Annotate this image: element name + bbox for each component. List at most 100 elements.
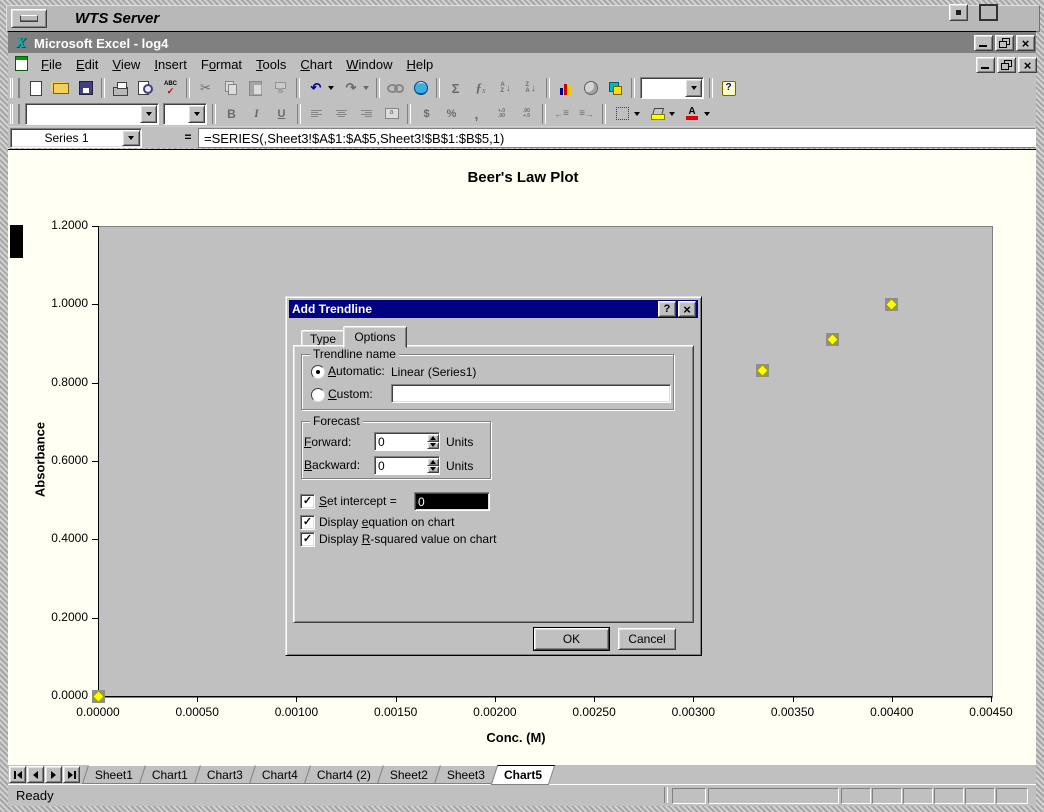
borders-button[interactable] (609, 102, 644, 126)
toolbar-drag-handle[interactable] (10, 104, 20, 124)
formula-input[interactable]: =SERIES(,Sheet3!$A$1:$A$5,Sheet3!$B$1:$B… (198, 128, 1036, 148)
toolbar-separator (212, 104, 216, 124)
sheet-tab-chart3[interactable]: Chart3 (194, 765, 256, 784)
sheet-tab-chart4-2[interactable]: Chart4 (2) (304, 765, 384, 784)
dialog-close-button[interactable] (678, 301, 696, 317)
spelling-button[interactable] (158, 76, 183, 100)
tab-options[interactable]: Options (343, 326, 407, 348)
minimize-button[interactable] (974, 35, 993, 51)
cancel-button[interactable]: Cancel (618, 628, 676, 650)
spin-up-button[interactable] (427, 458, 439, 466)
automatic-radio[interactable] (311, 365, 325, 379)
set-intercept-checkbox[interactable] (300, 494, 315, 509)
menu-item-help[interactable]: Help (399, 55, 440, 74)
sheet-tab-chart1[interactable]: Chart1 (139, 765, 201, 784)
font-size-combo[interactable] (163, 103, 207, 125)
font-color-button[interactable] (679, 102, 714, 126)
name-box-dropdown[interactable] (122, 130, 140, 146)
menu-item-chart[interactable]: Chart (293, 55, 339, 74)
percent-icon (443, 106, 460, 122)
sheet-tab-chart4[interactable]: Chart4 (249, 765, 311, 784)
intercept-value-input[interactable]: 0 (414, 492, 490, 511)
excel-logo-icon: X (12, 35, 30, 51)
name-box[interactable]: Series 1 (10, 128, 142, 148)
edit-formula-button[interactable]: = (180, 129, 196, 145)
font-name-combo[interactable] (25, 103, 159, 125)
chart-wizard-button[interactable] (553, 76, 578, 100)
print-preview-button[interactable] (133, 76, 158, 100)
custom-name-input[interactable] (391, 384, 671, 403)
new-document-icon (27, 80, 44, 96)
increase-decimal-icon (493, 106, 510, 122)
font-name-combo-arrow[interactable] (140, 105, 157, 123)
previous-sheet-button[interactable] (27, 766, 44, 783)
zoom-combo[interactable] (640, 77, 704, 99)
toolbar-separator (186, 78, 190, 98)
session-maximize-button[interactable] (976, 2, 1000, 22)
name-box-value: Series 1 (11, 131, 122, 145)
web-toolbar-button[interactable] (408, 76, 433, 100)
toolbar-separator (546, 78, 550, 98)
save-floppy-button[interactable] (73, 76, 98, 100)
office-assistant-help-button[interactable] (716, 76, 741, 100)
comma-button (464, 102, 489, 126)
sheet-tabs: Sheet1Chart1Chart3Chart4Chart4 (2)Sheet2… (86, 765, 552, 783)
new-document-button[interactable] (23, 76, 48, 100)
add-trendline-dialog: Add Trendline Type Options Trendline nam… (285, 296, 702, 656)
insert-hyperlink-button (383, 76, 408, 100)
dialog-titlebar[interactable]: Add Trendline (289, 300, 698, 318)
sheet-tab-label: Sheet3 (447, 768, 485, 782)
undo-button[interactable] (303, 76, 338, 100)
menu-item-view[interactable]: View (105, 55, 147, 74)
first-sheet-button[interactable] (9, 766, 26, 783)
workbook-restore-button[interactable] (997, 57, 1016, 73)
sheet-tab-sheet1[interactable]: Sheet1 (82, 765, 146, 784)
session-restore-button[interactable] (949, 4, 968, 21)
workbook-minimize-button[interactable] (976, 57, 995, 73)
app-titlebar[interactable]: X Microsoft Excel - log4 (8, 31, 1036, 54)
dialog-help-button[interactable] (658, 301, 676, 317)
spin-down-button[interactable] (427, 466, 439, 474)
sheet-tab-sheet3[interactable]: Sheet3 (434, 765, 498, 784)
toolbar-drag-handle[interactable] (10, 78, 20, 98)
menu-item-window[interactable]: Window (339, 55, 399, 74)
open-folder-button[interactable] (48, 76, 73, 100)
session-titlebar[interactable]: WTS Server (6, 5, 1040, 32)
menu-item-edit[interactable]: Edit (69, 55, 105, 74)
map-button[interactable] (578, 76, 603, 100)
sheet-tab-sheet2[interactable]: Sheet2 (377, 765, 441, 784)
custom-radio[interactable] (311, 388, 325, 402)
workbook-icon[interactable] (14, 56, 30, 72)
last-sheet-button[interactable] (63, 766, 80, 783)
comma-icon (468, 106, 485, 122)
menu-item-insert[interactable]: Insert (147, 55, 194, 74)
zoom-combo-arrow[interactable] (685, 79, 702, 97)
ok-button[interactable]: OK (534, 628, 609, 650)
workbook-close-button[interactable] (1018, 57, 1037, 73)
cut-button (193, 76, 218, 100)
display-rsquared-checkbox[interactable] (300, 532, 315, 547)
restore-button[interactable] (995, 35, 1014, 51)
spin-down-button[interactable] (427, 442, 439, 450)
print-button[interactable] (108, 76, 133, 100)
font-size-combo-arrow[interactable] (188, 105, 205, 123)
sort-ascending-button (493, 76, 518, 100)
workbook-window-buttons (976, 57, 1037, 73)
drawing-button[interactable] (603, 76, 628, 100)
selection-block (10, 225, 23, 258)
menu-item-tools[interactable]: Tools (249, 55, 293, 74)
sheet-tab-label: Sheet2 (390, 768, 428, 782)
backward-spinner[interactable]: 0 (374, 456, 440, 475)
close-button[interactable] (1016, 35, 1035, 51)
menu-item-file[interactable]: File (34, 55, 69, 74)
chart-wizard-icon (557, 79, 574, 97)
forward-spinner[interactable]: 0 (374, 432, 440, 451)
sheet-tab-chart5[interactable]: Chart5 (491, 765, 556, 785)
fill-color-button[interactable] (644, 102, 679, 126)
increase-decimal-button (489, 102, 514, 126)
session-menu-button[interactable] (11, 9, 47, 28)
menu-item-format[interactable]: Format (194, 55, 249, 74)
display-equation-checkbox[interactable] (300, 515, 315, 530)
spin-up-button[interactable] (427, 434, 439, 442)
next-sheet-button[interactable] (45, 766, 62, 783)
